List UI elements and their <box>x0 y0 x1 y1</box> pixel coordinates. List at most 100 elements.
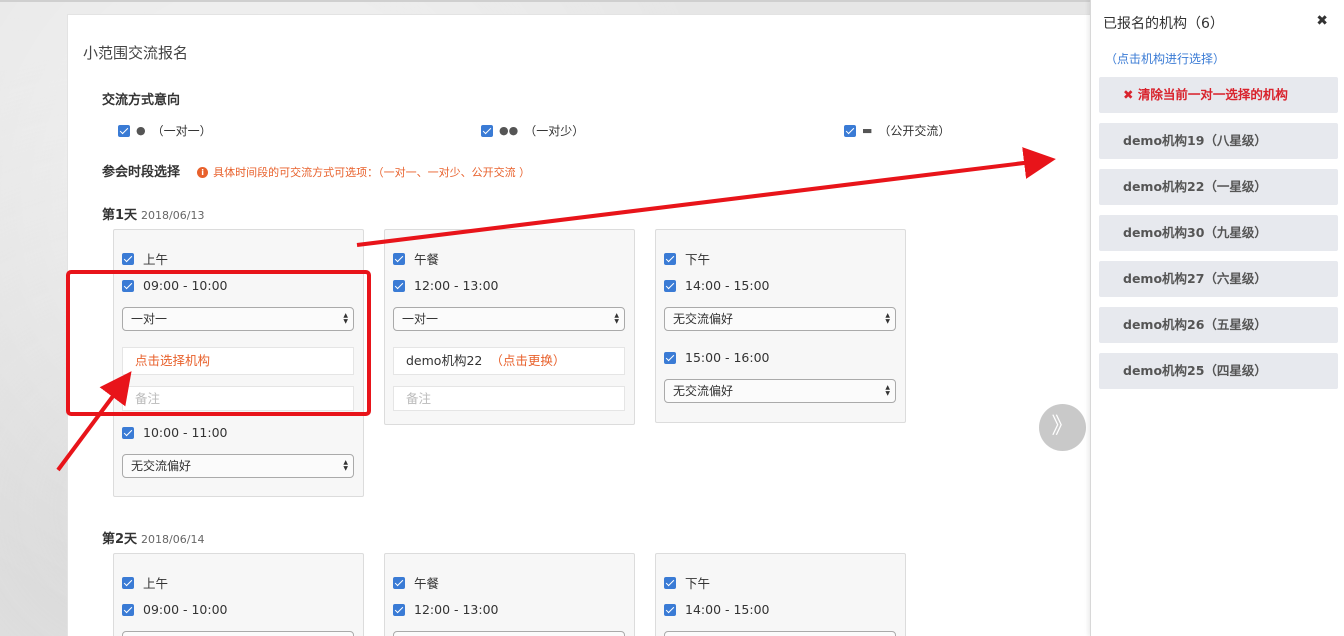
slot-checkbox[interactable] <box>393 603 405 616</box>
select-arrows-icon: ▲ ▼ <box>614 312 619 325</box>
mode-public-checkbox[interactable] <box>844 124 856 137</box>
mode-public-label: （公开交流） <box>878 124 951 138</box>
day-date: 2018/06/14 <box>141 533 205 546</box>
time-section: 参会时段选择 i 具体时间段的可交流方式可选项：（一对一、一对少、公开交流 ） <box>102 161 530 180</box>
time-section-label: 参会时段选择 <box>102 165 181 180</box>
period-header[interactable]: 上午 <box>122 249 168 268</box>
slot-time: 12:00 - 13:00 <box>414 602 499 617</box>
select-org-field[interactable]: 点击选择机构 <box>122 347 354 375</box>
slot-row[interactable]: 15:00 - 16:00 <box>664 350 770 365</box>
period-name: 下午 <box>685 252 711 267</box>
time-note: 具体时间段的可交流方式可选项：（一对一、一对少、公开交流 ） <box>213 166 531 179</box>
org-button[interactable]: demo机构26（五星级） <box>1099 307 1338 343</box>
period-header[interactable]: 午餐 <box>393 573 439 592</box>
org-button[interactable]: demo机构19（八星级） <box>1099 123 1338 159</box>
slot-time: 14:00 - 15:00 <box>685 278 770 293</box>
note-field[interactable]: 备注 <box>122 386 354 411</box>
select-arrows-icon: ▲ ▼ <box>885 312 890 325</box>
slot-checkbox[interactable] <box>122 426 134 439</box>
mode-select[interactable]: 无交流偏好 ▲ ▼ <box>122 454 354 478</box>
slot-checkbox[interactable] <box>664 279 676 292</box>
mode-select[interactable]: 一对一 ▲ ▼ <box>393 307 625 331</box>
mode-select[interactable]: 无交流偏好 ▲ ▼ <box>664 307 896 331</box>
slot-time: 09:00 - 10:00 <box>143 278 228 293</box>
mode-one-on-few[interactable]: ●● （一对少） <box>481 122 584 139</box>
users-icon: ●● <box>499 124 519 137</box>
selected-org-field[interactable]: demo机构22 （点击更换） <box>393 347 625 375</box>
period-name: 上午 <box>143 252 169 267</box>
slot-time: 15:00 - 16:00 <box>685 350 770 365</box>
panel-hint: （点击机构进行选择） <box>1105 52 1226 66</box>
mode-one-on-few-checkbox[interactable] <box>481 124 493 137</box>
mode-select-value: 无交流偏好 <box>131 459 192 473</box>
slot-checkbox[interactable] <box>122 279 134 292</box>
mode-public[interactable]: ▬ （公开交流） <box>844 122 950 139</box>
slot-row[interactable]: 09:00 - 10:00 <box>122 602 228 617</box>
slot-row[interactable]: 14:00 - 15:00 <box>664 602 770 617</box>
mode-one-on-one-label: （一对一） <box>151 124 212 138</box>
mode-one-on-few-label: （一对少） <box>524 124 585 138</box>
slot-time: 09:00 - 10:00 <box>143 602 228 617</box>
clear-selection-label: 清除当前一对一选择的机构 <box>1137 87 1288 102</box>
period-checkbox[interactable] <box>122 576 134 589</box>
period-card-lunch: 午餐 12:00 - 13:00 一对一 ▲ ▼ demo机构22 （点击更换） 备… <box>384 229 635 425</box>
slot-checkbox[interactable] <box>664 351 676 364</box>
day-label: 第1天 <box>102 208 138 223</box>
slot-checkbox[interactable] <box>393 279 405 292</box>
mode-one-on-one[interactable]: ● （一对一） <box>118 122 212 139</box>
select-arrows-icon: ▲ ▼ <box>343 459 348 472</box>
org-button[interactable]: demo机构25（四星级） <box>1099 353 1338 389</box>
period-header[interactable]: 上午 <box>122 573 168 592</box>
note-field[interactable]: 备注 <box>393 386 625 411</box>
x-icon: ✖ <box>1123 87 1134 102</box>
change-org-link[interactable]: （点击更换） <box>490 353 565 368</box>
slot-row[interactable]: 12:00 - 13:00 <box>393 602 499 617</box>
registered-orgs-panel: 已报名的机构（6） ✖ （点击机构进行选择） ✖ 清除当前一对一选择的机构 de… <box>1090 0 1344 636</box>
page-title: 小范围交流报名 <box>83 44 189 62</box>
period-name: 午餐 <box>414 252 440 267</box>
slot-checkbox[interactable] <box>664 603 676 616</box>
period-header[interactable]: 午餐 <box>393 249 439 268</box>
mode-select[interactable]: 无交流偏好 ▲ ▼ <box>664 379 896 403</box>
slot-row[interactable]: 09:00 - 10:00 <box>122 278 228 293</box>
org-button[interactable]: demo机构27（六星级） <box>1099 261 1338 297</box>
period-checkbox[interactable] <box>393 252 405 265</box>
panel-title: 已报名的机构（6） <box>1103 16 1224 32</box>
select-arrows-icon: ▲ ▼ <box>885 384 890 397</box>
info-icon: i <box>197 167 209 178</box>
close-icon[interactable]: ✖ <box>1316 13 1328 29</box>
period-header[interactable]: 下午 <box>664 249 710 268</box>
mode-select[interactable] <box>393 631 625 636</box>
day-date: 2018/06/13 <box>141 209 205 222</box>
period-checkbox[interactable] <box>664 252 676 265</box>
day-label: 第2天 <box>102 532 138 547</box>
mode-one-on-one-checkbox[interactable] <box>118 124 130 137</box>
mode-select-value: 一对一 <box>402 312 439 326</box>
period-checkbox[interactable] <box>664 576 676 589</box>
slot-row[interactable]: 14:00 - 15:00 <box>664 278 770 293</box>
slot-checkbox[interactable] <box>122 603 134 616</box>
period-card-lunch: 午餐 12:00 - 13:00 <box>384 553 635 636</box>
period-checkbox[interactable] <box>393 576 405 589</box>
mode-select[interactable] <box>122 631 354 636</box>
slot-row[interactable]: 10:00 - 11:00 <box>122 425 228 440</box>
day-1-title: 第1天 2018/06/13 <box>102 204 204 223</box>
period-name: 下午 <box>685 576 711 591</box>
slot-time: 10:00 - 11:00 <box>143 425 228 440</box>
period-card-afternoon: 下午 14:00 - 15:00 <box>655 553 906 636</box>
org-button[interactable]: demo机构30（九星级） <box>1099 215 1338 251</box>
registration-form: 小范围交流报名 交流方式意向 ● （一对一） ●● （一对少） ▬ （公开交流）… <box>67 14 1092 636</box>
slot-row[interactable]: 12:00 - 13:00 <box>393 278 499 293</box>
mode-select-value: 无交流偏好 <box>673 312 734 326</box>
comments-icon: ▬ <box>862 124 873 137</box>
clear-selection-button[interactable]: ✖ 清除当前一对一选择的机构 <box>1099 77 1338 113</box>
period-card-morning: 上午 09:00 - 10:00 一对一 ▲ ▼ 点击选择机构 备注 10:00 … <box>113 229 364 497</box>
period-checkbox[interactable] <box>122 252 134 265</box>
double-chevron-right-icon: 》 <box>1051 414 1074 439</box>
mode-select[interactable] <box>664 631 896 636</box>
mode-select[interactable]: 一对一 ▲ ▼ <box>122 307 354 331</box>
org-button[interactable]: demo机构22（一星级） <box>1099 169 1338 205</box>
period-header[interactable]: 下午 <box>664 573 710 592</box>
next-page-button[interactable]: 》 <box>1039 404 1086 451</box>
selected-org-name: demo机构22 <box>406 353 483 368</box>
